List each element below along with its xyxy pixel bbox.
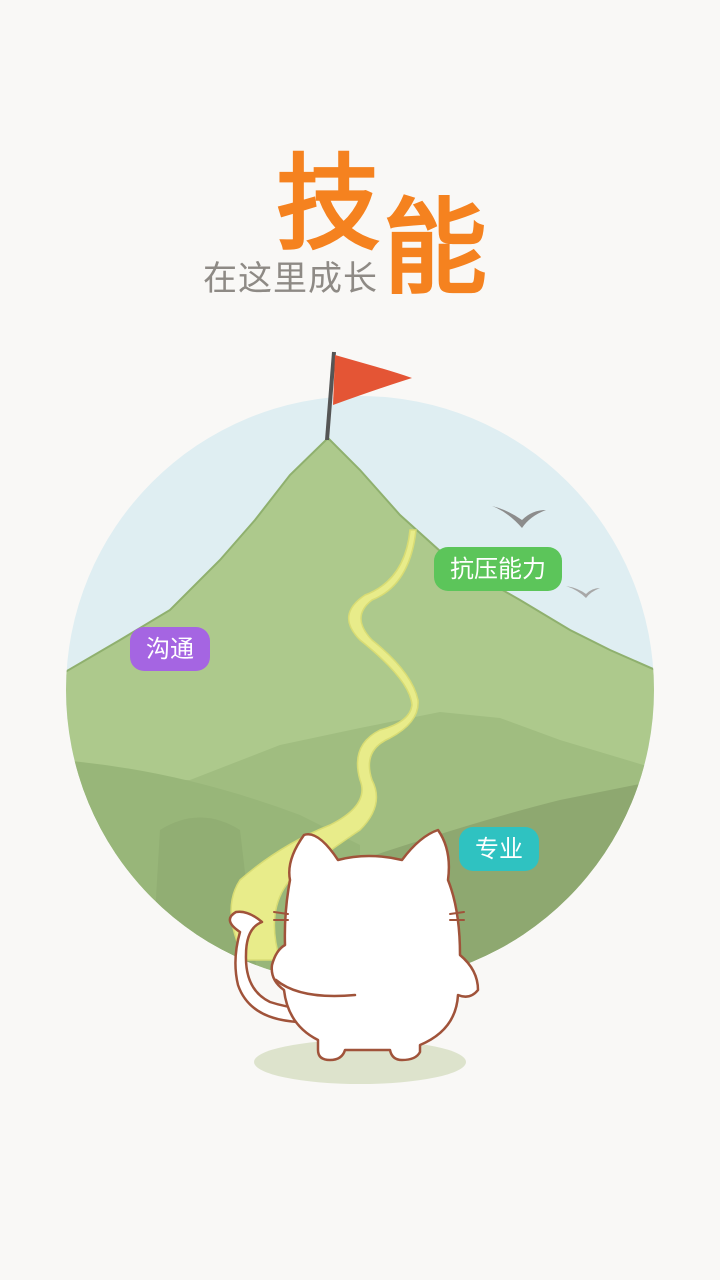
mountain-scene-illustration <box>66 351 654 1084</box>
tag-professional[interactable]: 专业 <box>459 827 539 871</box>
tag-communication[interactable]: 沟通 <box>130 627 210 671</box>
tag-pressure-resistance[interactable]: 抗压能力 <box>434 547 562 591</box>
